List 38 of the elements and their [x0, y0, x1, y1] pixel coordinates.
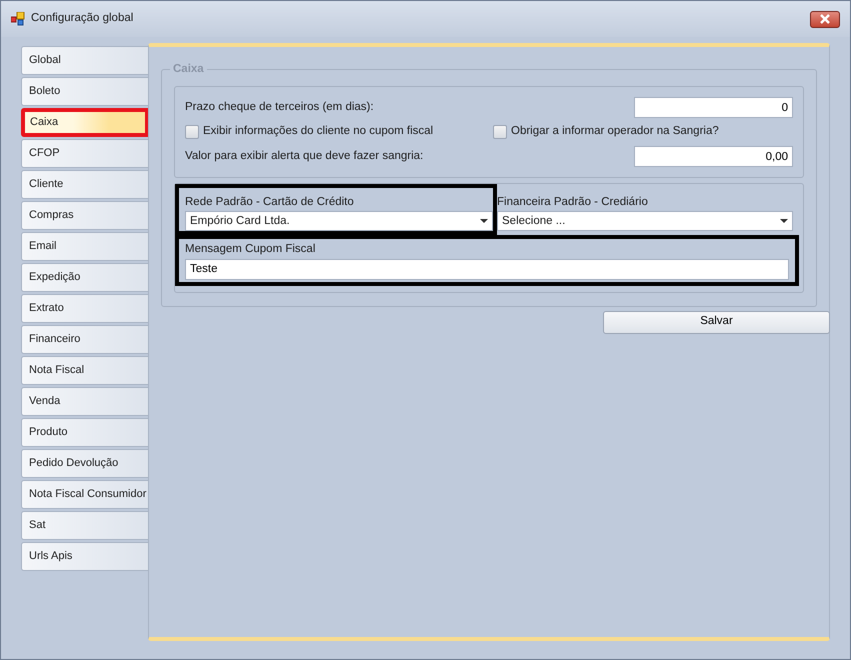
field-label: Mensagem Cupom Fiscal	[185, 242, 316, 258]
tab[interactable]: Caixa	[21, 108, 149, 137]
input-field[interactable]: Teste	[185, 258, 789, 280]
tab[interactable]: Venda	[21, 387, 148, 416]
tab[interactable]: Nota Fiscal Consumidor	[21, 480, 148, 509]
field-label: Rede Padrão - Cartão de Crédito	[185, 195, 355, 210]
input-field[interactable]: 0	[634, 97, 793, 118]
tab[interactable]: Extrato	[21, 294, 148, 323]
tab[interactable]: Nota Fiscal	[21, 356, 148, 385]
tab[interactable]: CFOP	[21, 139, 148, 168]
tab[interactable]: Global	[21, 46, 148, 75]
checkbox[interactable]	[493, 125, 507, 139]
app-icon	[11, 12, 25, 26]
tab[interactable]: Urls Apis	[21, 542, 148, 571]
dropdown-arrow-icon	[780, 219, 788, 224]
tab[interactable]: Cliente	[21, 170, 148, 199]
tab[interactable]: Boleto	[21, 77, 148, 106]
tab[interactable]: Email	[21, 232, 148, 261]
dropdown-arrow-icon	[480, 219, 488, 224]
checkbox[interactable]	[185, 125, 199, 139]
tab[interactable]: Compras	[21, 201, 148, 230]
close-icon	[819, 14, 831, 24]
checkbox-label: Exibir informações do cliente no cupom fiscal	[203, 124, 434, 140]
tab[interactable]: Pedido Devolução	[21, 449, 148, 478]
checkbox-label: Obrigar a informar operador na Sangria?	[511, 124, 719, 140]
tab[interactable]: Expedição	[21, 263, 148, 292]
tab[interactable]: Sat	[21, 511, 148, 540]
window-title: Configuração global	[31, 11, 134, 26]
tab[interactable]: Financeiro	[21, 325, 148, 354]
dropdown[interactable]: Selecione ...	[497, 211, 793, 232]
dropdown[interactable]: Empório Card Ltda.	[185, 211, 493, 232]
field-label: Valor para exibir alerta que deve fazer sangria:	[185, 148, 424, 164]
save-button[interactable]: Salvar	[603, 310, 830, 334]
input-field[interactable]: 0,00	[634, 146, 793, 167]
tab[interactable]: Produto	[21, 418, 148, 447]
field-label: Financeira Padrão - Crediário	[497, 195, 649, 210]
field-label: Prazo cheque de terceiros (em dias):	[185, 100, 374, 115]
close-button[interactable]	[810, 10, 840, 28]
